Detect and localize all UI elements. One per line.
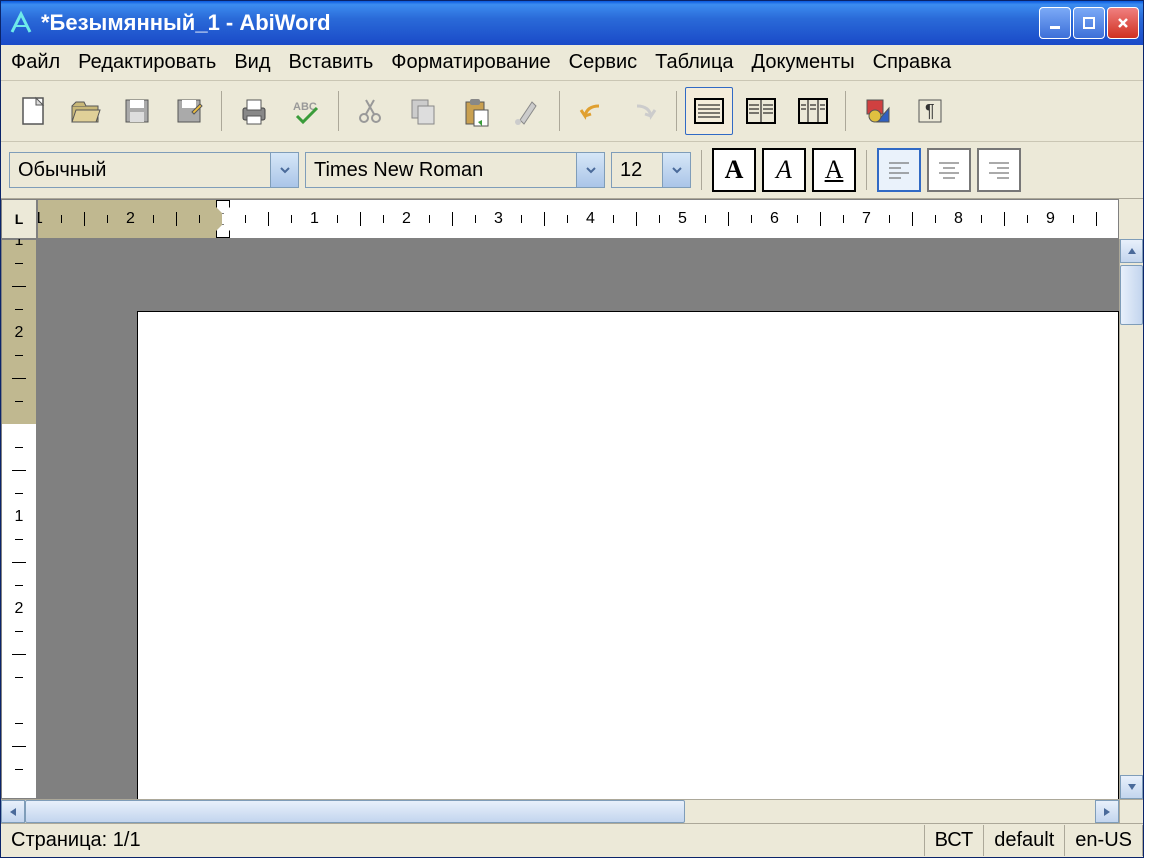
menubar: Файл Редактировать Вид Вставить Форматир… — [1, 45, 1143, 81]
status-page: Страница: 1/1 — [1, 825, 925, 856]
svg-text:¶: ¶ — [925, 101, 935, 121]
document-view[interactable] — [37, 239, 1119, 799]
window-controls — [1039, 7, 1139, 39]
open-button[interactable] — [61, 87, 109, 135]
paste-button[interactable] — [451, 87, 499, 135]
menu-table[interactable]: Таблица — [655, 51, 733, 74]
style-combo[interactable]: Обычный — [9, 152, 299, 188]
separator — [338, 91, 339, 131]
document-wrap: 2112 — [1, 239, 1143, 799]
style-value: Обычный — [10, 153, 270, 187]
statusbar: Страница: 1/1 ВСТ default en-US — [1, 823, 1143, 857]
status-style[interactable]: default — [984, 825, 1065, 856]
window-title: *Безымянный_1 - AbiWord — [37, 10, 1039, 36]
size-value: 12 — [612, 153, 662, 187]
titlebar[interactable]: *Безымянный_1 - AbiWord — [1, 1, 1143, 45]
scroll-left-button[interactable] — [1, 800, 25, 823]
work-area: L 2112345678910 2112 — [1, 199, 1143, 823]
menu-edit[interactable]: Редактировать — [78, 51, 216, 74]
columns-2-button[interactable] — [737, 87, 785, 135]
separator — [845, 91, 846, 131]
align-center-button[interactable] — [927, 148, 971, 192]
app-window: *Безымянный_1 - AbiWord Файл Редактирова… — [0, 0, 1144, 858]
save-as-button[interactable] — [165, 87, 213, 135]
italic-button[interactable]: A — [762, 148, 806, 192]
horizontal-scrollbar[interactable] — [1, 799, 1143, 823]
underline-button[interactable]: A — [812, 148, 856, 192]
separator — [866, 150, 867, 190]
chevron-down-icon[interactable] — [576, 153, 604, 187]
show-paragraph-button[interactable]: ¶ — [906, 87, 954, 135]
scroll-down-button[interactable] — [1120, 775, 1143, 799]
vertical-ruler[interactable]: 2112 — [1, 239, 37, 799]
spellcheck-button[interactable]: ABC — [282, 87, 330, 135]
minimize-button[interactable] — [1039, 7, 1071, 39]
scroll-thumb[interactable] — [1120, 265, 1143, 325]
status-insert[interactable]: ВСТ — [925, 825, 985, 856]
chevron-down-icon[interactable] — [270, 153, 298, 187]
ruler-corner[interactable]: L — [1, 199, 37, 239]
redo-button[interactable] — [620, 87, 668, 135]
menu-view[interactable]: Вид — [234, 51, 270, 74]
format-painter-button[interactable] — [503, 87, 551, 135]
size-combo[interactable]: 12 — [611, 152, 691, 188]
font-combo[interactable]: Times New Roman — [305, 152, 605, 188]
bold-button[interactable]: A — [712, 148, 756, 192]
insert-shape-button[interactable] — [854, 87, 902, 135]
scroll-thumb[interactable] — [25, 800, 685, 823]
menu-file[interactable]: Файл — [11, 51, 60, 74]
app-icon — [5, 7, 37, 39]
maximize-button[interactable] — [1073, 7, 1105, 39]
page[interactable] — [137, 311, 1119, 799]
format-toolbar: Обычный Times New Roman 12 A A A — [1, 142, 1143, 199]
cut-button[interactable] — [347, 87, 395, 135]
align-left-button[interactable] — [877, 148, 921, 192]
separator — [221, 91, 222, 131]
save-button[interactable] — [113, 87, 161, 135]
scroll-right-button[interactable] — [1095, 800, 1119, 823]
horizontal-ruler-row: L 2112345678910 — [1, 199, 1143, 239]
print-button[interactable] — [230, 87, 278, 135]
menu-format[interactable]: Форматирование — [391, 51, 550, 74]
menu-help[interactable]: Справка — [873, 51, 951, 74]
main-toolbar: ABC ¶ — [1, 81, 1143, 142]
columns-1-button[interactable] — [685, 87, 733, 135]
menu-insert[interactable]: Вставить — [289, 51, 374, 74]
vertical-scrollbar[interactable] — [1119, 239, 1143, 799]
scroll-up-button[interactable] — [1120, 239, 1143, 263]
columns-3-button[interactable] — [789, 87, 837, 135]
close-button[interactable] — [1107, 7, 1139, 39]
separator — [559, 91, 560, 131]
menu-documents[interactable]: Документы — [752, 51, 855, 74]
new-button[interactable] — [9, 87, 57, 135]
undo-button[interactable] — [568, 87, 616, 135]
menu-tools[interactable]: Сервис — [569, 51, 638, 74]
status-lang[interactable]: en-US — [1065, 825, 1143, 856]
chevron-down-icon[interactable] — [662, 153, 690, 187]
horizontal-ruler[interactable]: 2112345678910 — [37, 199, 1119, 239]
separator — [701, 150, 702, 190]
copy-button[interactable] — [399, 87, 447, 135]
separator — [676, 91, 677, 131]
align-right-button[interactable] — [977, 148, 1021, 192]
font-value: Times New Roman — [306, 153, 576, 187]
